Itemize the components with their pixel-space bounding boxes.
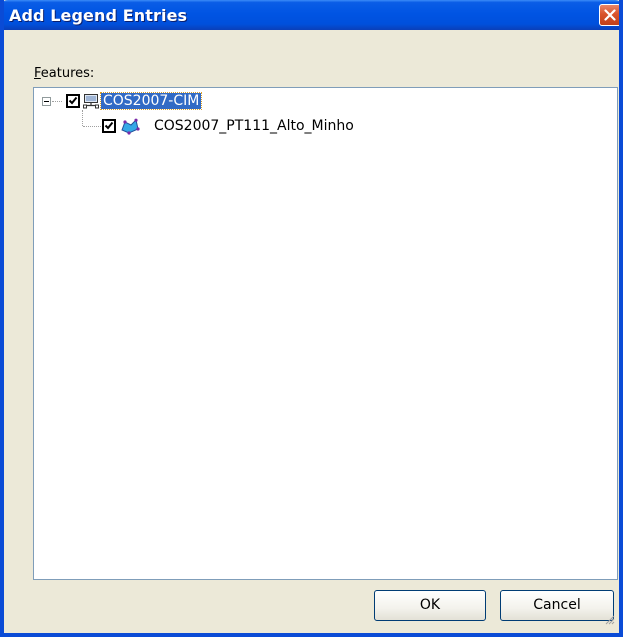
ok-button[interactable]: OK <box>374 590 486 621</box>
cancel-button[interactable]: Cancel <box>500 590 614 621</box>
features-label: Features: <box>34 66 95 81</box>
tree-node-label-cos2007-pt111[interactable]: COS2007_PT111_Alto_Minho <box>154 118 354 134</box>
collapse-toggle[interactable] <box>42 97 51 106</box>
close-icon <box>604 9 616 21</box>
window-title: Add Legend Entries <box>9 6 188 25</box>
checkmark-icon <box>68 96 78 105</box>
tree-connector <box>83 126 101 127</box>
title-bar[interactable]: Add Legend Entries <box>4 0 619 30</box>
polygon-feature-icon <box>120 118 140 139</box>
tree-connector <box>52 101 62 102</box>
add-legend-entries-dialog: Add Legend Entries Features: COS2007-CIM… <box>0 0 623 637</box>
network-layer-icon <box>83 93 100 113</box>
checkmark-icon <box>104 121 114 130</box>
resize-grip-icon[interactable] <box>603 610 615 629</box>
node-checkbox-cos2007-cim[interactable] <box>66 94 80 108</box>
node-checkbox-cos2007-pt111[interactable] <box>102 119 116 133</box>
tree-node-label-cos2007-cim[interactable]: COS2007-CIM <box>99 92 203 110</box>
close-button[interactable] <box>599 4 619 26</box>
features-tree[interactable]: COS2007-CIM COS2007_PT111_Alto_Minho <box>33 87 618 580</box>
